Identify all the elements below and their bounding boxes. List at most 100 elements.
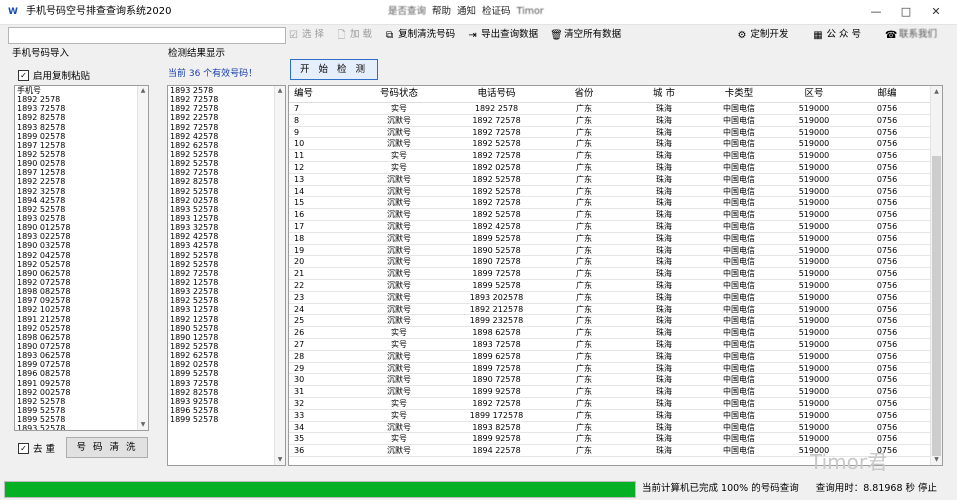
export-button[interactable]: ⇥ 导出查询数据 xyxy=(467,29,538,41)
table-cell: 实号 xyxy=(391,340,407,349)
table-cell: 0756 xyxy=(876,210,898,220)
list-item: 1893 062578 xyxy=(17,351,71,361)
clean-numbers-button[interactable]: 号 码 清 洗 xyxy=(66,437,148,458)
table-cell: 1890 72578 xyxy=(472,375,521,385)
table-row[interactable]: 18 沉默号 1899 52578 广东 珠海 中国电信 519000 0756 xyxy=(289,233,930,245)
table-cell: 中国电信 xyxy=(723,281,755,290)
table-row[interactable]: 9 沉默号 1892 72578 广东 珠海 中国电信 519000 0756 xyxy=(289,127,930,139)
table-row[interactable]: 21 沉默号 1899 72578 广东 珠海 中国电信 519000 0756 xyxy=(289,268,930,280)
table-row[interactable]: 34 沉默号 1893 82578 广东 珠海 中国电信 519000 0756 xyxy=(289,422,930,434)
table-row[interactable]: 22 沉默号 1899 52578 广东 珠海 中国电信 519000 0756 xyxy=(289,280,930,292)
menu-help[interactable]: 帮助 xyxy=(432,6,451,18)
table-row[interactable]: 29 沉默号 1899 72578 广东 珠海 中国电信 519000 0756 xyxy=(289,363,930,375)
table-cell: 珠海 xyxy=(656,139,672,149)
table-row[interactable]: 27 实号 1893 72578 广东 珠海 中国电信 519000 0756 xyxy=(289,339,930,351)
list-item: 1893 12578 xyxy=(170,213,219,223)
table-cell: 中国电信 xyxy=(723,115,755,125)
table-row[interactable]: 30 沉默号 1890 72578 广东 珠海 中国电信 519000 0756 xyxy=(289,374,930,387)
table-row[interactable]: 20 沉默号 1890 72578 广东 珠海 中国电信 519000 0756 xyxy=(289,256,930,269)
table-row[interactable]: 26 实号 1898 62578 广东 珠海 中国电信 519000 0756 xyxy=(289,327,930,339)
list-item: 1892 62578 xyxy=(170,140,219,150)
column-header[interactable]: 省份 xyxy=(534,86,634,102)
table-cell: 广东 xyxy=(576,198,592,208)
number-input-list[interactable]: 手机号 1892 2578 1893 72578 1892 82578 1893 825… xyxy=(14,85,149,431)
table-cell: 广东 xyxy=(576,328,592,338)
list-item: 1899 52578 xyxy=(170,415,219,425)
table-row[interactable]: 24 沉默号 1892 212578 广东 珠海 中国电信 519000 0756 xyxy=(289,304,930,316)
menu-notice[interactable]: 通知 xyxy=(457,6,476,18)
column-header[interactable]: 区号 xyxy=(784,86,844,102)
table-row[interactable]: 23 沉默号 1893 202578 广东 珠海 中国电信 519000 0756 xyxy=(289,292,930,304)
table-row[interactable]: 16 沉默号 1892 52578 广东 珠海 中国电信 519000 0756 xyxy=(289,209,930,221)
table-cell: 0756 xyxy=(876,115,898,125)
table-row[interactable]: 12 实号 1892 02578 广东 珠海 中国电信 519000 0756 xyxy=(289,162,930,174)
mid-list-scrollbar[interactable]: ▲ ▼ xyxy=(274,86,285,465)
table-cell: 1892 72578 xyxy=(472,127,521,137)
select-button[interactable]: ☑ 选 择 xyxy=(288,29,324,41)
copy-clean-button[interactable]: ⧉ 复制清洗号码 xyxy=(384,29,455,41)
result-number-list[interactable]: 1893 2578 1892 72578 1892 72578 1892 22578 1… xyxy=(167,85,286,466)
table-row[interactable]: 31 沉默号 1899 92578 广东 珠海 中国电信 519000 0756 xyxy=(289,386,930,398)
table-row[interactable]: 11 实号 1892 72578 广东 珠海 中国电信 519000 0756 xyxy=(289,150,930,162)
load-button[interactable]: 🗋 加 载 xyxy=(336,29,373,41)
table-cell: 1899 52578 xyxy=(472,233,521,243)
column-header[interactable]: 号码状态 xyxy=(339,86,459,102)
scroll-down-icon[interactable]: ▼ xyxy=(138,420,148,430)
table-row[interactable]: 8 沉默号 1892 72578 广东 珠海 中国电信 519000 0756 xyxy=(289,115,930,127)
left-list-scrollbar[interactable]: ▲ ▼ xyxy=(137,86,148,430)
minimize-button[interactable]: — xyxy=(861,4,891,20)
table-row[interactable]: 10 沉默号 1892 52578 广东 珠海 中国电信 519000 0756 xyxy=(289,138,930,151)
table-cell: 中国电信 xyxy=(723,422,755,432)
official-account-button[interactable]: ▦ 公 众 号 xyxy=(812,29,861,41)
column-header[interactable]: 电话号码 xyxy=(459,86,534,102)
custom-dev-button[interactable]: ⚙ 定制开发 xyxy=(736,29,788,41)
result-table[interactable]: 编号 号码状态 电话号码 省份城 市卡类型 区号 邮编 7 实号 1892 2578 广东 珠海中… xyxy=(288,85,943,466)
table-row[interactable]: 32 实号 1892 72578 广东 珠海 中国电信 519000 0756 xyxy=(289,398,930,410)
clear-button[interactable]: 🗑 清空所有数据 xyxy=(550,29,621,41)
start-check-button[interactable]: 开 始 检 测 xyxy=(290,59,378,80)
column-header[interactable]: 编号 xyxy=(289,86,339,102)
table-row[interactable]: 35 实号 1899 92578 广东 珠海 中国电信 519000 0756 xyxy=(289,433,930,446)
table-row[interactable]: 28 沉默号 1899 62578 广东 珠海 中国电信 519000 0756 xyxy=(289,351,930,363)
table-cell: 519000 xyxy=(798,281,830,290)
scroll-thumb[interactable] xyxy=(932,156,941,456)
table-row[interactable]: 19 沉默号 1890 52578 广东 珠海 中国电信 519000 0756 xyxy=(289,245,930,257)
table-cell: 实号 xyxy=(391,410,407,420)
table-cell: 0756 xyxy=(876,139,898,149)
dedup-checkbox[interactable]: ✓ 去 重 xyxy=(18,441,55,455)
table-cell: 0756 xyxy=(876,163,898,172)
maximize-button[interactable]: □ xyxy=(891,4,921,20)
table-scrollbar[interactable]: ▲ ▼ xyxy=(930,86,942,465)
menu-verify[interactable]: 检证码 xyxy=(482,6,511,18)
column-header[interactable]: 城 市 xyxy=(634,86,694,102)
table-cell: 1899 232578 xyxy=(469,316,524,326)
table-row[interactable]: 7 实号 1892 2578 广东 珠海 中国电信 519000 0756 xyxy=(289,103,930,115)
contact-button[interactable]: ☎ 联系我们 xyxy=(885,29,937,41)
enable-paste-checkbox[interactable]: ✓ 启用复制粘贴 xyxy=(18,68,90,82)
table-row[interactable]: 25 沉默号 1899 232578 广东 珠海 中国电信 519000 0756 xyxy=(289,315,930,328)
file-path-input[interactable] xyxy=(8,27,286,44)
table-row[interactable]: 17 沉默号 1892 42578 广东 珠海 中国电信 519000 0756 xyxy=(289,221,930,233)
table-row[interactable]: 13 沉默号 1892 52578 广东 珠海 中国电信 519000 0756 xyxy=(289,174,930,186)
table-cell: 中国电信 xyxy=(723,446,755,456)
column-header[interactable]: 邮编 xyxy=(844,86,930,102)
table-row[interactable]: 14 沉默号 1892 52578 广东 珠海 中国电信 519000 0756 xyxy=(289,186,930,198)
scroll-up-icon[interactable]: ▲ xyxy=(275,86,285,96)
table-cell: 珠海 xyxy=(656,446,672,456)
scroll-down-icon[interactable]: ▼ xyxy=(931,454,942,465)
close-button[interactable]: ✕ xyxy=(921,4,951,20)
table-row[interactable]: 15 沉默号 1892 72578 广东 珠海 中国电信 519000 0756 xyxy=(289,197,930,210)
scroll-down-icon[interactable]: ▼ xyxy=(275,455,285,465)
table-cell: 沉默号 xyxy=(387,316,411,326)
table-cell: 珠海 xyxy=(656,186,672,196)
table-cell: 23 xyxy=(294,292,305,302)
scroll-up-icon[interactable]: ▲ xyxy=(931,86,942,97)
scroll-up-icon[interactable]: ▲ xyxy=(138,86,148,96)
column-header[interactable]: 卡类型 xyxy=(694,86,784,102)
menu-query[interactable]: 是否查询 xyxy=(388,6,426,18)
table-row[interactable]: 33 实号 1899 172578 广东 珠海 中国电信 519000 0756 xyxy=(289,410,930,422)
watermark: Timor君 xyxy=(810,450,888,474)
table-cell: 沉默号 xyxy=(387,351,411,361)
table-cell: 19 xyxy=(294,245,305,255)
table-cell: 广东 xyxy=(576,446,592,456)
